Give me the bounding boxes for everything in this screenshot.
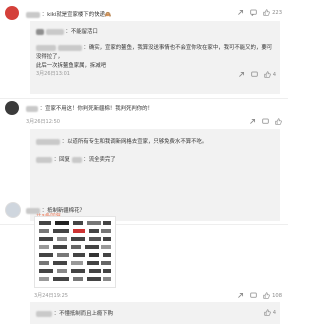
reply-actions: 4 <box>264 309 276 316</box>
thumbs-up-icon <box>263 9 270 16</box>
share-icon[interactable] <box>238 71 245 78</box>
reply-actions: 4 <box>238 71 276 78</box>
like-count: 108 <box>272 292 282 299</box>
reply-text-continued: 此后一次拆鳌鱼家属，拆减吧 <box>36 63 107 69</box>
comment-image-thumbnail[interactable] <box>34 216 116 288</box>
comment-actions <box>249 118 282 125</box>
like-button[interactable]: 223 <box>263 9 282 16</box>
like-button[interactable] <box>275 118 282 125</box>
reply-timestamp: 3月26日13:01 <box>36 71 70 77</box>
avatar[interactable] <box>5 6 19 20</box>
thumbs-up-icon <box>264 71 271 78</box>
avatar[interactable] <box>5 101 19 115</box>
avatar[interactable] <box>5 202 21 218</box>
comment-timestamp: 3月24日19:25 <box>34 293 68 299</box>
like-count: 4 <box>272 71 276 78</box>
reply-item: ：回复 ：流全卖完了 <box>36 155 116 163</box>
reply-icon[interactable] <box>251 71 258 78</box>
share-icon[interactable] <box>237 9 244 16</box>
like-button[interactable]: 108 <box>263 292 282 299</box>
comment-text: ：抵制新疆棉花？ <box>41 208 85 214</box>
comment-body: ：抵制新疆棉花？ <box>26 206 85 214</box>
comment-actions: 108 <box>237 292 282 299</box>
like-count: 4 <box>272 309 276 316</box>
reply-icon[interactable] <box>250 9 257 16</box>
like-count: 223 <box>272 9 282 16</box>
reply-text: ：不懂抵制而且上瘾下购 <box>53 311 114 317</box>
comment-text: ：宣家不用这！你判死新疆棉！我判死判你的！ <box>39 106 153 112</box>
thumbs-up-icon <box>263 292 270 299</box>
reply-text-continued: ：流全卖完了 <box>83 157 116 163</box>
reply-text: ：回复 <box>53 157 70 163</box>
share-icon[interactable] <box>237 292 244 299</box>
reply-item: ：以道所有专生和我调新网格去宣家，只够免费水不算不吃。 <box>36 137 207 145</box>
reply-item: ：确实，宣家的鳌鱼，我算没送事情也不会宣你攻在家中，我可不能又的，要可没得拉了，… <box>36 44 276 71</box>
comment-actions: 223 <box>237 9 282 16</box>
comment-author-username[interactable]: ：kiki就是宣家楼下的快递🙈 <box>26 10 112 18</box>
reply-item: ：不懂抵制而且上瘾下购 <box>36 309 113 317</box>
thumbs-up-icon <box>264 309 271 316</box>
divider <box>0 98 288 99</box>
share-icon[interactable] <box>249 118 256 125</box>
comment-timestamp: 3月26日12:50 <box>26 119 60 125</box>
reply-item: ：不能留活口 <box>36 27 98 35</box>
comment-body: ：宣家不用这！你判死新疆棉！我判死判你的！ <box>26 104 153 112</box>
like-button[interactable]: 4 <box>264 71 276 78</box>
reply-text: ：不能留活口 <box>65 29 98 35</box>
reply-icon[interactable] <box>250 292 257 299</box>
thumbs-up-icon <box>275 118 282 125</box>
reply-text: ：以道所有专生和我调新网格去宣家，只够免费水不算不吃。 <box>61 139 208 145</box>
like-button[interactable]: 4 <box>264 309 276 316</box>
comment-text: ：kiki就是宣家楼下的快递🙈 <box>41 12 112 18</box>
brand-logos-image <box>39 221 111 281</box>
reply-icon[interactable] <box>262 118 269 125</box>
